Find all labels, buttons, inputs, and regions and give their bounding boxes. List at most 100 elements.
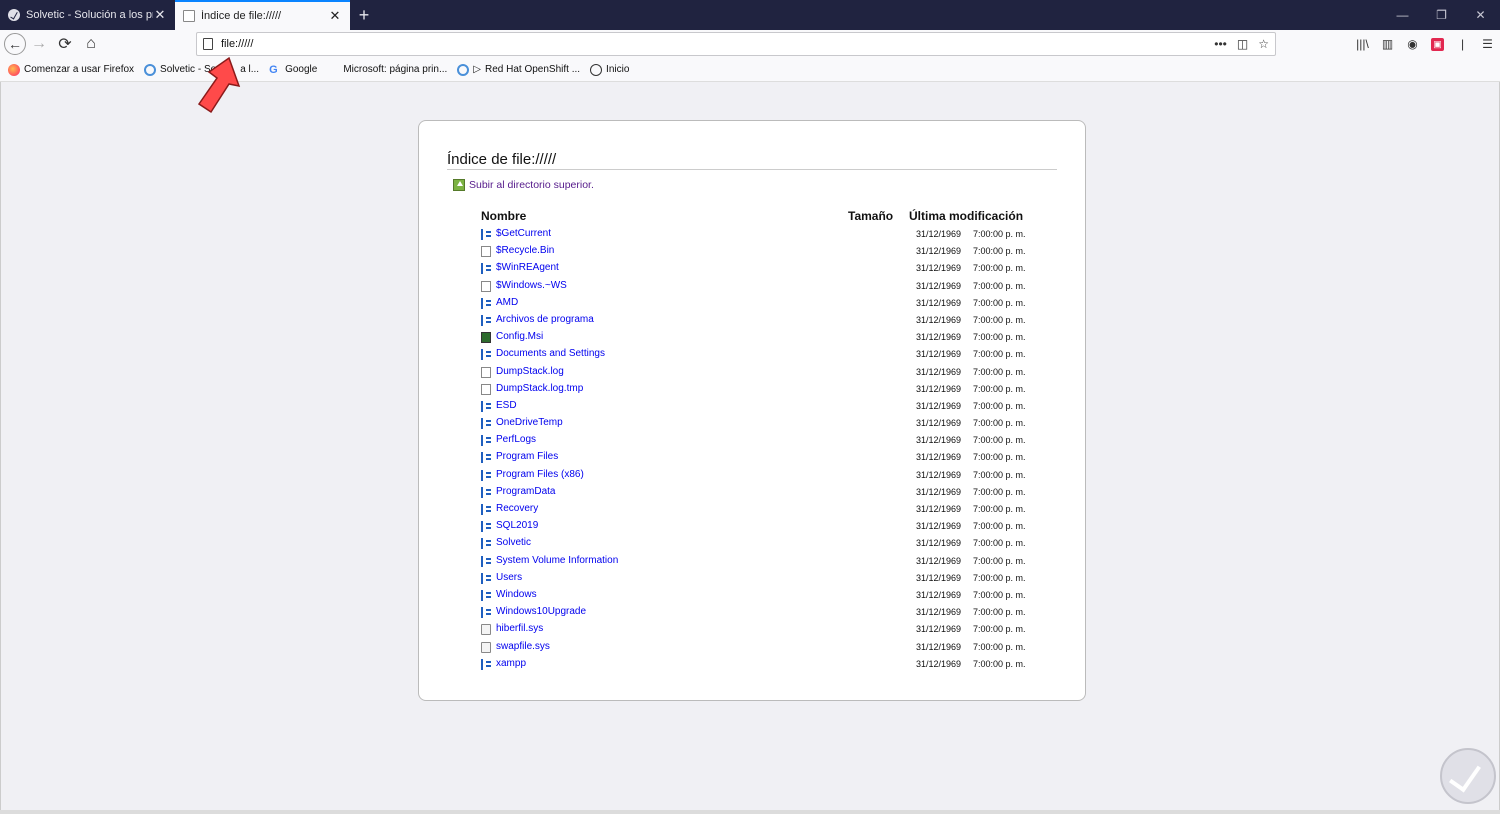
file-name-link[interactable]: Documents and Settings — [496, 348, 605, 359]
file-icon — [481, 246, 491, 258]
forward-button[interactable]: → — [26, 31, 52, 57]
folder-icon — [481, 400, 491, 412]
minimize-button[interactable]: — — [1383, 0, 1422, 30]
file-name-link[interactable]: $Windows.~WS — [496, 280, 567, 291]
file-date: 31/12/1969 — [916, 607, 962, 618]
file-name-link[interactable]: PerfLogs — [496, 434, 536, 445]
folder-icon — [481, 589, 491, 601]
file-name-link[interactable]: ESD — [496, 400, 517, 411]
file-date: 31/12/1969 — [916, 366, 962, 377]
sidebar-icon[interactable]: ▥ — [1375, 30, 1400, 58]
file-name-link[interactable]: ProgramData — [496, 486, 555, 497]
toolbar-right: |||\ ▥ ◉ ▣ | ☰ — [1350, 30, 1500, 58]
bookmark-microsoft[interactable]: Microsoft: página prin... — [327, 64, 447, 76]
extension-icon[interactable]: ▣ — [1425, 30, 1450, 58]
file-name-link[interactable]: Program Files — [496, 451, 558, 462]
file-name-link[interactable]: $GetCurrent — [496, 228, 551, 239]
home-button[interactable]: ⌂ — [78, 31, 104, 57]
folder-icon — [481, 521, 491, 533]
file-time: 7:00:00 p. m. — [973, 366, 1026, 377]
bookmark-star-icon[interactable]: ☆ — [1258, 37, 1269, 51]
restore-button[interactable]: ❐ — [1422, 0, 1461, 30]
file-time: 7:00:00 p. m. — [973, 538, 1026, 549]
back-button[interactable]: ← — [4, 33, 26, 55]
chevron-right-icon: ▷ — [473, 64, 481, 75]
page-actions-icon[interactable]: ••• — [1214, 37, 1227, 51]
file-time: 7:00:00 p. m. — [973, 263, 1026, 274]
reload-button[interactable]: ⟳ — [52, 31, 78, 57]
file-name-link[interactable]: Windows — [496, 589, 537, 600]
close-tab-icon[interactable]: ✕ — [328, 8, 342, 24]
file-name-link[interactable]: System Volume Information — [496, 555, 618, 566]
file-name-link[interactable]: OneDriveTemp — [496, 417, 563, 428]
file-date: 31/12/1969 — [916, 280, 962, 291]
tab-solvetic[interactable]: Solvetic - Solución a los proble ✕ — [0, 0, 175, 30]
file-date: 31/12/1969 — [916, 383, 962, 394]
table-row: Archivos de programa 31/12/1969 7:00:00 p.… — [419, 312, 1087, 329]
file-date: 31/12/1969 — [916, 452, 962, 463]
table-row: swapfile.sys 31/12/1969 7:00:00 p. m. — [419, 639, 1087, 656]
file-name-link[interactable]: Solvetic — [496, 537, 531, 548]
file-date: 31/12/1969 — [916, 435, 962, 446]
url-actions: ••• ◫ ☆ — [1214, 37, 1269, 51]
parent-directory-label[interactable]: Subir al directorio superior. — [469, 179, 594, 191]
folder-icon — [481, 297, 491, 309]
tab-title: Índice de file:///// — [201, 10, 282, 22]
new-tab-button[interactable]: + — [350, 0, 378, 30]
file-date: 31/12/1969 — [916, 641, 962, 652]
file-name-link[interactable]: $WinREAgent — [496, 262, 559, 273]
file-date: 31/12/1969 — [916, 400, 962, 411]
file-name-link[interactable]: $Recycle.Bin — [496, 245, 554, 256]
column-header-name[interactable]: Nombre — [481, 209, 526, 223]
file-name-link[interactable]: Recovery — [496, 503, 538, 514]
table-row: OneDriveTemp 31/12/1969 7:00:00 p. m. — [419, 415, 1087, 432]
table-row: Config.Msi 31/12/1969 7:00:00 p. m. — [419, 329, 1087, 346]
menu-icon[interactable]: ☰ — [1475, 30, 1500, 58]
url-text[interactable]: file:///// — [221, 38, 1214, 50]
directory-listing-card: Índice de file:///// Subir al directorio… — [418, 120, 1086, 701]
folder-icon — [481, 349, 491, 361]
bookmark-firefox[interactable]: Comenzar a usar Firefox — [8, 63, 134, 76]
file-time: 7:00:00 p. m. — [973, 280, 1026, 291]
file-name-link[interactable]: DumpStack.log — [496, 366, 564, 377]
account-icon[interactable]: ◉ — [1400, 30, 1425, 58]
folder-icon — [481, 658, 491, 670]
file-name-link[interactable]: hiberfil.sys — [496, 623, 543, 634]
close-tab-icon[interactable]: ✕ — [153, 7, 167, 23]
page-icon — [203, 38, 213, 50]
file-time: 7:00:00 p. m. — [973, 418, 1026, 429]
file-name-link[interactable]: swapfile.sys — [496, 641, 550, 652]
close-window-button[interactable]: ✕ — [1461, 0, 1500, 30]
bookmark-redhat[interactable]: ▷ Red Hat OpenShift ... — [457, 63, 580, 76]
table-row: Users 31/12/1969 7:00:00 p. m. — [419, 570, 1087, 587]
address-bar[interactable]: file:///// ••• ◫ ☆ — [196, 32, 1276, 56]
file-name-link[interactable]: DumpStack.log.tmp — [496, 383, 583, 394]
parent-directory-link[interactable]: Subir al directorio superior. — [453, 179, 594, 191]
library-icon[interactable]: |||\ — [1350, 30, 1375, 58]
file-time: 7:00:00 p. m. — [973, 504, 1026, 514]
file-name-link[interactable]: Config.Msi — [496, 331, 543, 342]
tab-file-index[interactable]: Índice de file:///// ✕ — [175, 0, 350, 30]
file-name-link[interactable]: AMD — [496, 297, 518, 308]
file-name-link[interactable]: xampp — [496, 658, 526, 669]
file-name-link[interactable]: Users — [496, 572, 522, 583]
file-name-link[interactable]: SQL2019 — [496, 520, 538, 531]
table-row: Documents and Settings 31/12/1969 7:00:00 … — [419, 346, 1087, 363]
file-name-link[interactable]: Windows10Upgrade — [496, 606, 586, 617]
bookmark-google[interactable]: G Google — [269, 64, 317, 76]
table-row: Windows 31/12/1969 7:00:00 p. m. — [419, 587, 1087, 604]
file-date: 31/12/1969 — [916, 332, 962, 343]
file-time: 7:00:00 p. m. — [973, 658, 1026, 669]
column-header-modified[interactable]: Última modificación — [909, 209, 1023, 223]
bookmark-label: Google — [285, 64, 318, 75]
bookmark-label: a l... — [240, 64, 260, 75]
file-name-link[interactable]: Archivos de programa — [496, 314, 594, 325]
folder-icon — [481, 314, 491, 326]
column-header-size[interactable]: Tamaño — [848, 209, 893, 223]
pocket-icon[interactable]: ◫ — [1237, 37, 1248, 51]
file-name-link[interactable]: Program Files (x86) — [496, 469, 584, 480]
separator: | — [1460, 37, 1465, 51]
bookmark-inicio[interactable]: Inicio — [590, 63, 629, 76]
file-time: 7:00:00 p. m. — [973, 607, 1026, 618]
search-icon — [457, 63, 470, 76]
